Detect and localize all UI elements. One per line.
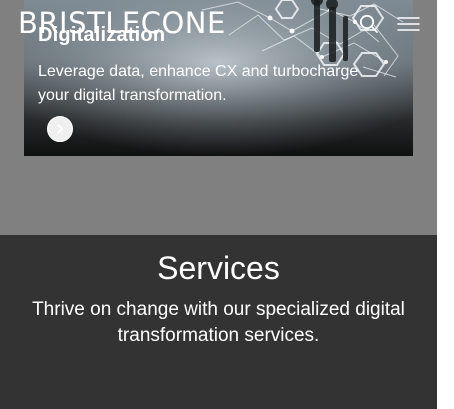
- services-section: Services Thrive on change with our speci…: [0, 235, 437, 409]
- page: Digitalization Leverage data, enhance CX…: [0, 0, 454, 409]
- menu-button[interactable]: [396, 13, 420, 35]
- hero-next-button[interactable]: [47, 116, 73, 142]
- services-description: Thrive on change with our specialized di…: [32, 299, 405, 346]
- search-button[interactable]: [358, 13, 380, 35]
- right-margin: [437, 0, 454, 409]
- hamburger-menu-icon: [396, 17, 420, 31]
- services-title: Services: [157, 250, 280, 286]
- brand-logo[interactable]: BRISTLECONE: [18, 6, 226, 40]
- search-icon: [359, 14, 378, 33]
- chevron-right-icon: [57, 124, 63, 134]
- hero-description: Leverage data, enhance CX and turbocharg…: [38, 63, 359, 104]
- site-header: BRISTLECONE: [0, 0, 437, 50]
